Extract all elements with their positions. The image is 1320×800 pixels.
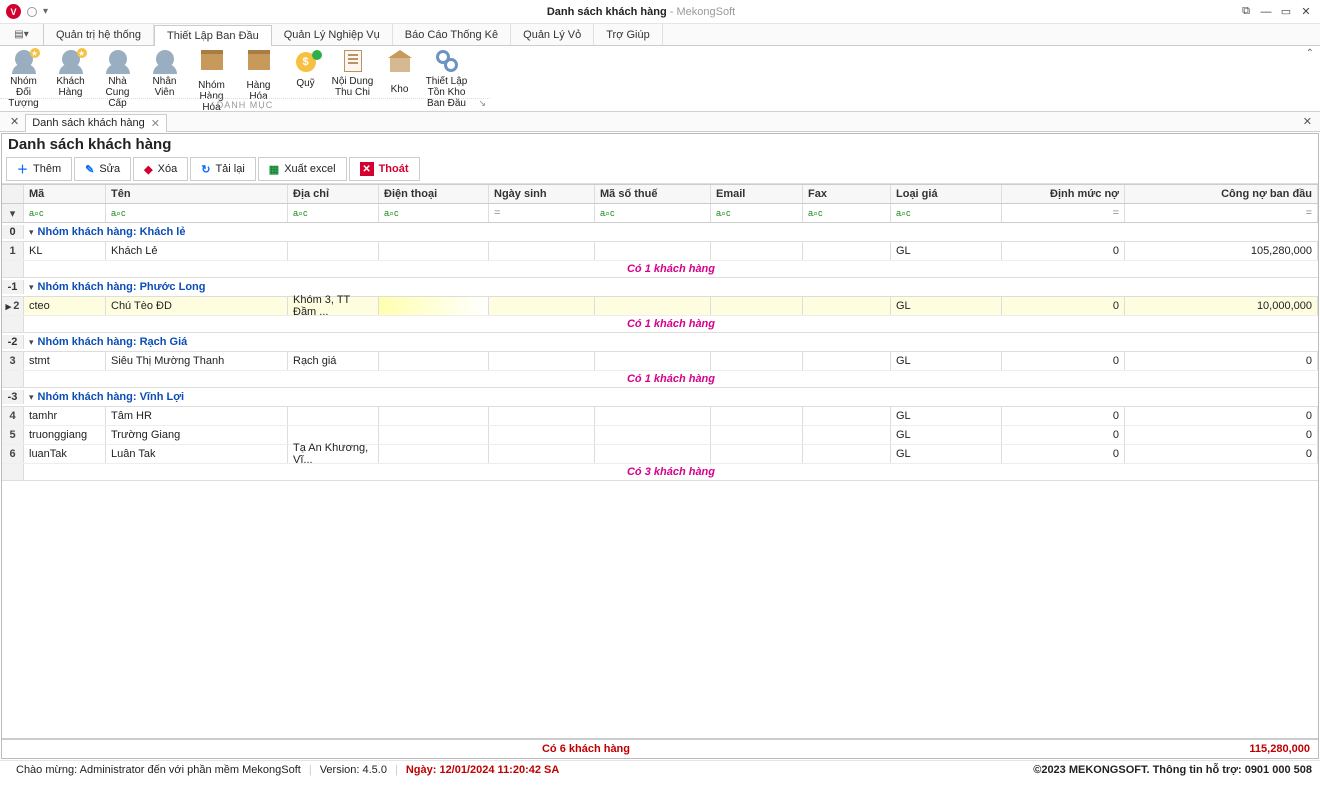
quick-access-icon[interactable] [27, 7, 37, 17]
status-version: Version: 4.5.0 [312, 764, 395, 776]
group-summary: Có 1 khách hàng [2, 261, 1318, 278]
document-tab[interactable]: Danh sách khách hàng ✕ [25, 114, 167, 132]
collapse-icon[interactable]: ▾ [29, 227, 34, 238]
menu-tab[interactable]: Quản trị hệ thống [44, 24, 154, 45]
ribbon-more-icon[interactable]: ↘ [478, 98, 486, 109]
table-row[interactable]: 5truonggiangTrường GiangGL00 [2, 426, 1318, 445]
page-title: Danh sách khách hàng [2, 134, 1318, 155]
status-welcome: Chào mừng: Administrator đến với phần mề… [8, 764, 309, 776]
ribbon-collapse-icon[interactable]: ⌃ [1306, 48, 1314, 59]
coin-icon [292, 52, 320, 76]
group-header[interactable]: -1▾ Nhóm khách hàng: Phước Long [2, 278, 1318, 297]
grand-total: 115,280,000 [1148, 740, 1318, 758]
table-row[interactable]: 1KLKhách LẻGL0105,280,000 [2, 242, 1318, 261]
group-header[interactable]: 0▾ Nhóm khách hàng: Khách lẻ [2, 223, 1318, 242]
box-icon [198, 54, 226, 78]
collapse-icon[interactable]: ▾ [29, 337, 34, 348]
plus-icon: ＋ [17, 161, 28, 177]
grand-summary: Có 6 khách hàng [24, 740, 1148, 758]
menu-tab[interactable]: Báo Cáo Thống Kê [393, 24, 511, 45]
ribbon-label: Nội Dung Thu Chi [331, 76, 374, 98]
ribbon: ★Nhóm Đối Tượng★Khách HàngNhà Cung CấpNh… [0, 46, 1320, 112]
person-icon [151, 50, 179, 74]
view-switch-button[interactable]: ▤▾ [0, 24, 44, 45]
menu-bar: ▤▾ Quản trị hệ thốngThiết Lập Ban ĐầuQuả… [0, 24, 1320, 46]
group-header[interactable]: -2▾ Nhóm khách hàng: Rạch Giá [2, 333, 1318, 352]
table-header: Mã Tên Địa chỉ Điện thoại Ngày sinh Mã s… [2, 184, 1318, 204]
maximize-icon[interactable]: ▭ [1278, 5, 1294, 18]
collapse-icon[interactable]: ▾ [29, 392, 34, 403]
box-icon [245, 54, 273, 78]
table-filter-row[interactable]: ▾ a⌕c a⌕c a⌕c a⌕c = a⌕c a⌕c a⌕c a⌕c = = [2, 204, 1318, 223]
close-icon[interactable]: ✕ [1298, 5, 1314, 18]
app-logo-icon: V [6, 4, 21, 19]
group-summary: Có 1 khách hàng [2, 371, 1318, 388]
menu-tab[interactable]: Quản Lý Vỏ [511, 24, 594, 45]
table-row[interactable]: 6luanTakLuân TakTạ An Khương, Vĩ...GL00 [2, 445, 1318, 464]
person-icon: ★ [57, 50, 85, 74]
reload-button[interactable]: ↻Tải lại [190, 157, 256, 181]
eraser-icon: ◆ [144, 163, 152, 176]
ribbon-label: Quỹ [284, 78, 327, 89]
house-icon [386, 58, 414, 82]
ribbon-label: Khách Hàng [49, 76, 92, 98]
collapse-icon[interactable]: ▾ [29, 282, 34, 293]
window-title: Danh sách khách hàng - MekongSoft [48, 6, 1234, 18]
edit-button[interactable]: ✎Sửa [74, 157, 131, 181]
exit-button[interactable]: ✕Thoát [349, 157, 420, 181]
document-tab-close-icon[interactable]: ✕ [151, 117, 160, 130]
person-icon: ★ [10, 50, 38, 74]
menu-tab[interactable]: Quản Lý Nghiệp Vụ [272, 24, 393, 45]
table-row[interactable]: 2cteoChú Tèo ĐDKhóm 3, TT Đầm ...GL010,0… [2, 297, 1318, 316]
table-row[interactable]: 3stmtSiêu Thị Mường ThanhRạch giáGL00 [2, 352, 1318, 371]
ribbon-group-label: DANH MỤC [0, 98, 490, 110]
group-summary: Có 1 khách hàng [2, 316, 1318, 333]
excel-icon: ▦ [269, 163, 279, 176]
ribbon-label: Kho [378, 84, 421, 95]
gears-icon [433, 50, 461, 74]
reload-icon: ↻ [201, 163, 210, 176]
pencil-icon: ✎ [85, 163, 94, 176]
group-header[interactable]: -3▾ Nhóm khách hàng: Vĩnh Lợi [2, 388, 1318, 407]
group-summary: Có 3 khách hàng [2, 464, 1318, 481]
ribbon-label: Nhân Viên [143, 76, 186, 98]
status-date: Ngày: 12/01/2024 11:20:42 SA [398, 764, 568, 776]
person-icon [104, 50, 132, 74]
exit-icon: ✕ [360, 162, 374, 176]
restore-down-icon[interactable]: ⧉ [1238, 5, 1254, 18]
add-button[interactable]: ＋Thêm [6, 157, 72, 181]
minimize-icon[interactable]: — [1258, 6, 1274, 18]
status-copyright: ©2023 MEKONGSOFT. Thông tin hỗ trợ: 0901… [1033, 764, 1312, 776]
table-row[interactable]: 4tamhrTâm HRGL00 [2, 407, 1318, 426]
doc-icon [339, 50, 367, 74]
delete-button[interactable]: ◆Xóa [133, 157, 188, 181]
document-tab-label: Danh sách khách hàng [32, 117, 145, 129]
export-excel-button[interactable]: ▦Xuất excel [258, 157, 347, 181]
menu-tab[interactable]: Thiết Lập Ban Đầu [154, 25, 272, 46]
tabs-overflow-close-icon[interactable]: ✕ [1295, 115, 1320, 128]
close-all-tabs-button[interactable]: ✕ [4, 115, 25, 128]
menu-tab[interactable]: Trợ Giúp [594, 24, 662, 45]
